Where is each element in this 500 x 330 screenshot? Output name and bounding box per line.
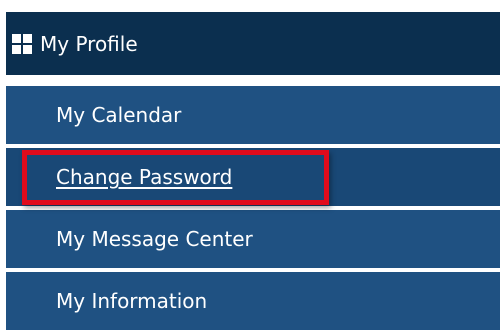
menu-item-my-message-center[interactable]: My Message Center xyxy=(6,210,500,268)
menu-item-label: My Message Center xyxy=(56,227,253,251)
header-label: My Profile xyxy=(40,31,138,56)
menu-item-label: My Information xyxy=(56,289,208,313)
my-profile-header[interactable]: My Profile xyxy=(6,12,500,75)
change-password-link[interactable]: Change Password xyxy=(56,165,232,189)
menu-item-label: My Calendar xyxy=(56,103,182,127)
profile-menu: My Profile My Calendar Change Password M… xyxy=(0,0,500,330)
menu-item-my-calendar[interactable]: My Calendar xyxy=(6,86,500,144)
menu-item-my-information[interactable]: My Information xyxy=(6,272,500,330)
grid-icon xyxy=(12,33,32,54)
menu-item-change-password[interactable]: Change Password xyxy=(6,148,500,206)
